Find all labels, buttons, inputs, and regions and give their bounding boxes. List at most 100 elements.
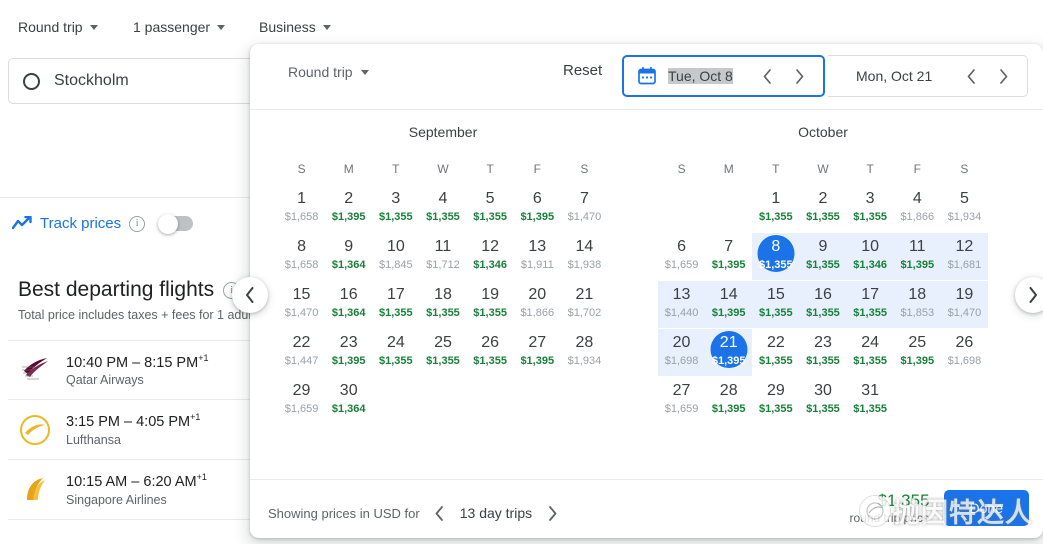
track-prices-toggle[interactable]: [158, 213, 194, 234]
calendar-day-15[interactable]: 15 $1,470: [278, 282, 325, 330]
calendar-day-19[interactable]: 19 $1,470: [940, 281, 988, 330]
departure-prev-day-button[interactable]: [753, 62, 781, 90]
calendar-day-19[interactable]: 19 $1,355: [467, 282, 514, 330]
calendar-day-25[interactable]: 25 $1,395: [894, 330, 941, 378]
departure-next-day-button[interactable]: [785, 62, 813, 90]
departure-date-field[interactable]: Tue, Oct 8: [622, 55, 825, 97]
calendar-day-30[interactable]: 30 $1,355: [799, 378, 846, 426]
list-item[interactable]: 10:40 PM – 8:15 PM+1 Qatar Airways: [8, 340, 250, 400]
calendar-day-26[interactable]: 26 $1,698: [941, 330, 988, 378]
calendar-day-29[interactable]: 29 $1,355: [752, 378, 799, 426]
calendar-day-22[interactable]: 22 $1,355: [752, 330, 799, 378]
carousel-next-button[interactable]: [1015, 277, 1043, 313]
return-date-field[interactable]: Mon, Oct 21: [828, 55, 1028, 97]
calendar-day-21[interactable]: 21 $1,702: [561, 282, 608, 330]
cabin-class-selector[interactable]: Business: [259, 19, 331, 35]
day-number: 15: [292, 286, 311, 303]
calendar-day-18[interactable]: 18 $1,355: [419, 282, 466, 330]
calendar-day-16[interactable]: 16 $1,355: [799, 281, 847, 330]
calendar-day-30[interactable]: 30 $1,364: [325, 378, 372, 426]
calendar-day-4[interactable]: 4 $1,355: [419, 186, 466, 234]
calendar-day-16[interactable]: 16 $1,364: [325, 282, 372, 330]
day-number: 25: [908, 334, 927, 351]
calendar-day-12[interactable]: 12 $1,346: [467, 234, 514, 282]
calendar-day-11[interactable]: 11 $1,712: [419, 234, 466, 282]
page-subtitle: Total price includes taxes + fees for 1 …: [18, 308, 255, 322]
calendar-day-7[interactable]: 7 $1,470: [561, 186, 608, 234]
calendar-day-empty: [467, 378, 514, 426]
return-prev-day-button[interactable]: [957, 62, 985, 90]
track-prices-row[interactable]: Track prices i: [12, 213, 194, 234]
calendar-day-20[interactable]: 20 $1,866: [514, 282, 561, 330]
return-next-day-button[interactable]: [989, 62, 1017, 90]
popup-trip-type-selector[interactable]: Round trip: [288, 64, 369, 80]
calendar-day-15[interactable]: 15 $1,355: [752, 281, 800, 330]
calendar-day-14[interactable]: 14 $1,938: [561, 234, 608, 282]
calendar-day-6[interactable]: 6 $1,395: [514, 186, 561, 234]
day-price: $1,659: [664, 403, 699, 415]
flight-info: 3:15 PM – 4:05 PM+1 Lufthansa: [66, 412, 200, 447]
calendar-day-5[interactable]: 5 $1,934: [941, 186, 988, 234]
reset-button[interactable]: Reset: [563, 62, 602, 79]
calendar-day-22[interactable]: 22 $1,447: [278, 330, 325, 378]
calendar-day-1[interactable]: 1 $1,355: [752, 186, 799, 234]
airline-name: Singapore Airlines: [66, 492, 167, 507]
calendar-day-29[interactable]: 29 $1,659: [278, 378, 325, 426]
calendar-day-2[interactable]: 2 $1,395: [325, 186, 372, 234]
calendar-day-4[interactable]: 4 $1,866: [894, 186, 941, 234]
day-number: 9: [818, 238, 828, 255]
calendar-day-empty: [894, 378, 941, 426]
calendar-day-20[interactable]: 20 $1,698: [658, 329, 706, 378]
calendar-day-17[interactable]: 17 $1,355: [846, 281, 894, 330]
calendar-day-17[interactable]: 17 $1,355: [372, 282, 419, 330]
list-item[interactable]: 3:15 PM – 4:05 PM+1 Lufthansa: [8, 400, 250, 460]
carousel-prev-button[interactable]: [232, 277, 268, 313]
calendar-day-24[interactable]: 24 $1,355: [847, 330, 894, 378]
trip-length-prev-button[interactable]: [426, 499, 454, 527]
passengers-selector[interactable]: 1 passenger: [133, 19, 226, 35]
day-number: 19: [481, 286, 500, 303]
calendar-day-23[interactable]: 23 $1,395: [325, 330, 372, 378]
calendar-day-18[interactable]: 18 $1,853: [893, 281, 941, 330]
calendar-day-8[interactable]: 8 $1,658: [278, 234, 325, 282]
calendar-day-1[interactable]: 1 $1,658: [278, 186, 325, 234]
trip-length-control: Showing prices in USD for 13 day trips: [268, 499, 566, 527]
calendar-day-9[interactable]: 9 $1,355: [799, 233, 847, 282]
trip-length-next-button[interactable]: [538, 499, 566, 527]
calendar-day-25[interactable]: 25 $1,355: [419, 330, 466, 378]
calendar-day-12[interactable]: 12 $1,681: [940, 233, 988, 282]
origin-circle-icon: [23, 72, 40, 90]
calendar-day-3[interactable]: 3 $1,355: [372, 186, 419, 234]
day-number: 5: [959, 190, 969, 207]
list-item[interactable]: 10:15 AM – 6:20 AM+1 Singapore Airlines: [8, 460, 250, 520]
calendar-day-13[interactable]: 13 $1,911: [514, 234, 561, 282]
lufthansa-logo-icon: [18, 413, 52, 447]
calendar-day-24[interactable]: 24 $1,355: [372, 330, 419, 378]
calendar-day-28[interactable]: 28 $1,395: [705, 378, 752, 426]
calendar-day-2[interactable]: 2 $1,355: [799, 186, 846, 234]
calendar-day-31[interactable]: 31 $1,355: [847, 378, 894, 426]
calendar-day-3[interactable]: 3 $1,355: [847, 186, 894, 234]
done-button[interactable]: Done: [943, 490, 1029, 526]
calendar-day-27[interactable]: 27 $1,659: [658, 378, 705, 426]
calendar-day-10[interactable]: 10 $1,346: [846, 233, 894, 282]
calendar-day-13[interactable]: 13 $1,440: [658, 281, 706, 330]
calendar-day-23[interactable]: 23 $1,355: [799, 330, 846, 378]
calendar-day-21[interactable]: 21 $1,395: [705, 329, 753, 378]
calendar-day-26[interactable]: 26 $1,355: [467, 330, 514, 378]
trip-type-selector[interactable]: Round trip: [18, 19, 98, 35]
calendar-day-27[interactable]: 27 $1,395: [514, 330, 561, 378]
calendar-week-row: 20 $1,698 21 $1,395 22 $1,355 23 $1,355 24 $1,355…: [658, 329, 988, 378]
calendar-day-6[interactable]: 6 $1,659: [658, 234, 705, 282]
calendar-day-11[interactable]: 11 $1,395: [893, 233, 941, 282]
calendar-day-28[interactable]: 28 $1,934: [561, 330, 608, 378]
calendar-day-9[interactable]: 9 $1,364: [325, 234, 372, 282]
calendar-day-5[interactable]: 5 $1,355: [467, 186, 514, 234]
calendar-day-7[interactable]: 7 $1,395: [705, 234, 752, 282]
calendar-day-8[interactable]: 8 $1,355: [752, 233, 800, 282]
calendar-day-14[interactable]: 14 $1,395: [705, 281, 753, 330]
info-icon[interactable]: i: [129, 215, 146, 232]
popup-trip-type-label: Round trip: [288, 64, 353, 80]
calendar-day-10[interactable]: 10 $1,845: [372, 234, 419, 282]
weekday-label: S: [580, 162, 589, 176]
